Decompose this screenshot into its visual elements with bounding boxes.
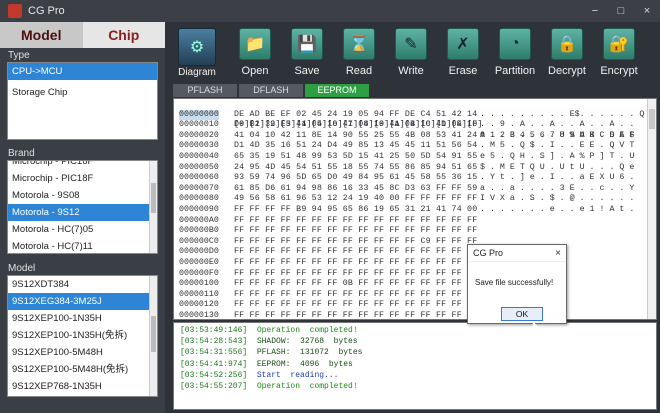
list-item[interactable]: CPU->MCU: [8, 63, 157, 80]
close-window-button[interactable]: ×: [634, 5, 660, 17]
tab-model[interactable]: Model: [0, 22, 83, 48]
erase-button[interactable]: ✗ Erase: [437, 22, 489, 84]
tab-eeprom[interactable]: EEPROM: [305, 84, 369, 97]
hex-row[interactable]: 00000120 FF FF FF FF FF FF FF FF FF FF FF…: [174, 300, 656, 311]
log-line: [03:54:28:543] SHADOW: 32768 bytes: [180, 337, 358, 347]
hex-row[interactable]: 000000D0 FF FF FF FF FF FF FF FF FF FF FF…: [174, 247, 656, 258]
toolbar: ⚙ Diagram 📁 Open 💾 Save ⌛ Read ✎ Write ✗…: [165, 22, 660, 84]
log-line: [03:54:41:974] EEPROM: 4096 bytes: [180, 359, 353, 369]
hex-row[interactable]: 000000E0 FF FF FF FF FF FF FF FF FF FF FF…: [174, 258, 656, 269]
partition-button[interactable]: ◔ Partition: [489, 22, 541, 84]
model-label: Model: [8, 263, 36, 274]
main-area: ⚙ Diagram 📁 Open 💾 Save ⌛ Read ✎ Write ✗…: [165, 22, 660, 413]
hex-scrollbar[interactable]: [647, 99, 656, 319]
hex-row[interactable]: 00000070 61 85 D6 61 94 98 86 16 33 45 8C…: [174, 184, 656, 195]
hex-row[interactable]: 00000030 D1 4D 35 16 51 24 D4 49 85 13 45…: [174, 141, 656, 152]
log-line: [03:54:52:256] Start reading...: [180, 370, 339, 380]
read-button[interactable]: ⌛ Read: [333, 22, 385, 84]
app-logo-icon: [8, 4, 22, 18]
list-item[interactable]: 9S12XEP100-5M48H: [8, 344, 157, 361]
memory-tabs: PFLASH DFLASH EEPROM: [173, 84, 371, 97]
brand-scrollbar[interactable]: [149, 161, 157, 253]
hex-row[interactable]: 00000000 DE AD BE EF 02 45 24 19 05 94 FF…: [174, 109, 656, 121]
list-item[interactable]: Motorola - HC(7)05: [8, 221, 157, 238]
floppy-icon: 💾: [291, 28, 323, 60]
hex-row[interactable]: 00000090 FF FF FF FF B9 94 95 65 86 19 65…: [174, 205, 656, 216]
log-line: [03:54:31:556] PFLASH: 131072 bytes: [180, 348, 363, 358]
folder-icon: 📁: [239, 28, 271, 60]
save-dialog: CG Pro × Save file successfully! OK: [467, 244, 567, 324]
list-item[interactable]: 9S12XEP100-1N35H(免拆): [8, 327, 157, 344]
hex-row[interactable]: 000000B0 FF FF FF FF FF FF FF FF FF FF FF…: [174, 226, 656, 237]
tab-dflash[interactable]: DFLASH: [239, 84, 303, 97]
tab-pflash[interactable]: PFLASH: [173, 84, 237, 97]
pie-icon: ◔: [499, 28, 531, 60]
brand-list[interactable]: Microchip - PIC16F Microchip - PIC18F Mo…: [7, 160, 158, 254]
circuit-icon: ⚙: [178, 28, 216, 66]
log-line: [03:54:55:207] Operation completed!: [180, 381, 358, 391]
tab-chip[interactable]: Chip: [82, 22, 165, 48]
hex-row[interactable]: 00000010 D9 B2 39 E5 41 04 10 41 04 10 41…: [174, 120, 656, 131]
list-item[interactable]: Microchip - PIC16F: [8, 161, 157, 170]
hex-editor[interactable]: -------- [0][1][2][3][4][5][6][7][8][9][…: [173, 98, 657, 320]
encrypt-button[interactable]: 🔐 Encrypt: [593, 22, 645, 84]
brand-label: Brand: [8, 148, 35, 159]
log-output: [03:53:49:146] Operation completed! [03:5…: [173, 322, 657, 410]
open-button[interactable]: 📁 Open: [229, 22, 281, 84]
dialog-title: CG Pro ×: [468, 245, 566, 262]
left-panel: Model Chip Type CPU->MCU Storage Chip Br…: [0, 22, 165, 413]
decrypt-button[interactable]: 🔒 Decrypt: [541, 22, 593, 84]
lock-gear-icon: 🔐: [603, 28, 635, 60]
pencil-icon: ✎: [395, 28, 427, 60]
hex-row[interactable]: 00000130 FF FF FF FF FF FF FF FF FF FF FF…: [174, 311, 656, 319]
hex-row[interactable]: 00000040 65 35 19 51 48 99 53 5D 15 41 25…: [174, 152, 656, 163]
list-item[interactable]: Motorola - 9S08: [8, 187, 157, 204]
list-item[interactable]: Microchip - PIC18F: [8, 170, 157, 187]
hex-row[interactable]: 00000050 24 95 4D 45 54 51 55 18 55 74 55…: [174, 163, 656, 174]
hex-row[interactable]: 00000060 93 59 74 96 5D 65 D0 49 84 95 61…: [174, 173, 656, 184]
hex-row[interactable]: 00000110 FF FF FF FF FF FF FF FF FF FF FF…: [174, 290, 656, 301]
window-title: CG Pro: [28, 5, 65, 17]
list-item[interactable]: 9S12XEP768-1N35H: [8, 378, 157, 395]
diagram-button[interactable]: ⚙ Diagram: [165, 22, 229, 84]
maximize-button[interactable]: □: [608, 5, 634, 17]
minimize-button[interactable]: −: [582, 5, 608, 17]
list-item[interactable]: Storage Chip: [8, 84, 157, 101]
eraser-icon: ✗: [447, 28, 479, 60]
hex-row[interactable]: 000000A0 FF FF FF FF FF FF FF FF FF FF FF…: [174, 216, 656, 227]
dialog-close-button[interactable]: ×: [555, 245, 561, 262]
log-line: [03:53:49:146] Operation completed!: [180, 326, 358, 335]
list-item[interactable]: 9S12XEG384-3M25J: [8, 293, 157, 310]
title-bar: CG Pro − □ ×: [0, 0, 660, 22]
list-item[interactable]: 9S12XEP100-1N35H: [8, 310, 157, 327]
hex-row[interactable]: 000000F0 FF FF FF FF FF FF FF FF FF FF FF…: [174, 269, 656, 280]
type-list[interactable]: CPU->MCU Storage Chip: [7, 62, 158, 140]
list-item[interactable]: Motorola - HC(7)11: [8, 238, 157, 253]
type-label: Type: [8, 50, 30, 61]
model-scrollbar[interactable]: [149, 276, 157, 396]
hex-header: -------- [0][1][2][3][4][5][6][7][8][9][…: [179, 110, 635, 140]
save-button[interactable]: 💾 Save: [281, 22, 333, 84]
dialog-message: Save file successfully!: [475, 278, 554, 287]
hex-row[interactable]: 00000100 FF FF FF FF FF FF FF 0B FF FF FF…: [174, 279, 656, 290]
left-tabs: Model Chip: [0, 22, 165, 48]
hourglass-icon: ⌛: [343, 28, 375, 60]
hex-row[interactable]: 00000080 49 56 58 61 96 53 12 24 19 40 00…: [174, 194, 656, 205]
list-item[interactable]: 9S12XDT384: [8, 276, 157, 293]
lock-icon: 🔒: [551, 28, 583, 60]
hex-row[interactable]: 000000C0 FF FF FF FF FF FF FF FF FF FF FF…: [174, 237, 656, 248]
write-button[interactable]: ✎ Write: [385, 22, 437, 84]
hex-row[interactable]: 00000020 41 04 10 42 11 8E 14 90 55 25 55…: [174, 131, 656, 142]
list-item[interactable]: Motorola - 9S12: [8, 204, 157, 221]
list-item[interactable]: 9S12XEP100-5M48H(免拆): [8, 361, 157, 378]
model-list[interactable]: 9S12XDT384 9S12XEG384-3M25J 9S12XEP100-1…: [7, 275, 158, 397]
